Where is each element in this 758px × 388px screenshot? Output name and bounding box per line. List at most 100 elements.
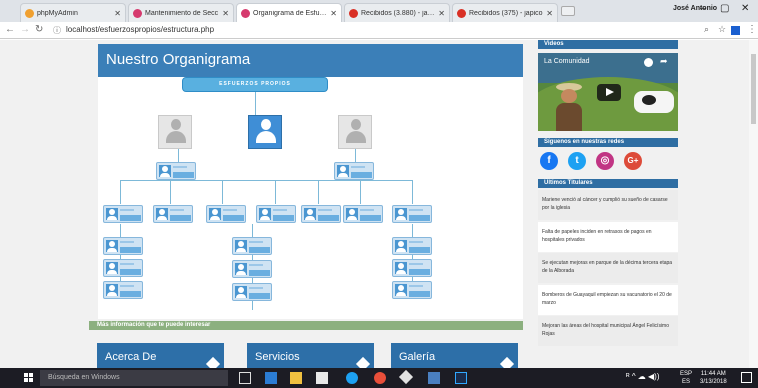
connector	[170, 180, 171, 204]
instagram-icon[interactable]: ◎	[596, 152, 614, 170]
org-node[interactable]	[392, 259, 432, 277]
news-item[interactable]: Mejoran las áreas del hospital municipal…	[538, 316, 678, 346]
page-viewport: Nuestro Organigrama ESFUERZOS PROPIOS Má…	[0, 40, 758, 368]
tab-label: Mantenimiento de Secc	[145, 9, 219, 17]
user-icon	[209, 208, 221, 220]
org-node[interactable]	[103, 281, 143, 299]
user-icon	[106, 284, 118, 296]
gallery-card[interactable]: Galería	[391, 343, 518, 368]
new-tab-button[interactable]	[561, 6, 575, 16]
taskbar-clock[interactable]: 11:44 AM 3/13/2018	[700, 370, 727, 386]
photoshop-icon[interactable]	[455, 372, 467, 384]
tab-phpmyadmin[interactable]: phpMyAdmin ✕	[20, 3, 126, 22]
services-card[interactable]: Servicios	[247, 343, 374, 368]
about-card[interactable]: Acerca De	[97, 343, 224, 368]
org-node[interactable]	[334, 162, 374, 180]
org-card[interactable]	[248, 115, 282, 149]
card-title: Galería	[399, 351, 436, 363]
connector	[275, 180, 276, 204]
org-node[interactable]	[232, 260, 272, 278]
user-icon	[395, 208, 407, 220]
video-player[interactable]: La Comunidad ➦	[538, 53, 678, 131]
tab-gmail-1[interactable]: Recibidos (3.880) - japic ✕	[344, 3, 450, 22]
close-icon[interactable]: ✕	[114, 9, 121, 18]
tab-gmail-2[interactable]: Recibidos (375) - japico ✕	[452, 3, 558, 22]
chrome-icon[interactable]	[374, 372, 386, 384]
org-node[interactable]	[103, 259, 143, 277]
info-icon[interactable]: ⓘ	[53, 25, 61, 36]
play-icon[interactable]	[597, 84, 621, 101]
tray-icons[interactable]: ᴿ ^ ☁ ◀))	[626, 372, 660, 381]
facebook-icon[interactable]: f	[540, 152, 558, 170]
notifications-icon[interactable]	[741, 372, 752, 383]
scrollbar-thumb[interactable]	[751, 54, 756, 124]
user-icon	[106, 208, 118, 220]
org-node[interactable]	[256, 205, 296, 223]
org-node[interactable]	[343, 205, 383, 223]
bookmark-star-icon[interactable]: ☆	[718, 24, 726, 35]
user-icon	[166, 119, 186, 143]
news-item[interactable]: Se ejecutan mejoras en parque de la déci…	[538, 253, 678, 283]
org-node[interactable]	[153, 205, 193, 223]
minimize-icon[interactable]: –	[700, 3, 706, 14]
org-root-node[interactable]: ESFUERZOS PROPIOS	[182, 77, 328, 92]
news-item[interactable]: Bomberos de Guayaquil empiezan su vacuna…	[538, 285, 678, 315]
org-node[interactable]	[301, 205, 341, 223]
profile-name[interactable]: José Antonio	[673, 5, 717, 12]
org-node[interactable]	[103, 205, 143, 223]
close-icon[interactable]: ✕	[222, 9, 229, 18]
org-node[interactable]	[103, 237, 143, 255]
maximize-icon[interactable]: ▢	[720, 3, 729, 14]
edge-icon[interactable]	[265, 372, 277, 384]
card-title: Acerca De	[105, 351, 157, 363]
zoom-icon[interactable]: ⌕	[704, 24, 709, 35]
url-field[interactable]: localhost/esfuerzospropios/estructura.ph…	[66, 25, 214, 34]
twitter-icon[interactable]: t	[568, 152, 586, 170]
store-icon[interactable]	[316, 372, 328, 384]
org-node[interactable]	[156, 162, 196, 180]
user-icon	[106, 262, 118, 274]
language-indicator[interactable]: ESP ES	[680, 370, 692, 386]
org-card[interactable]	[338, 115, 372, 149]
videos-heading: Videos	[538, 40, 678, 49]
share-icon[interactable]: ➦	[660, 56, 668, 67]
org-card[interactable]	[158, 115, 192, 149]
extension-icon[interactable]	[731, 26, 740, 35]
org-node[interactable]	[392, 281, 432, 299]
taskbar-search[interactable]: Búsqueda en Windows	[40, 370, 228, 386]
org-node[interactable]	[392, 205, 432, 223]
connector	[120, 180, 121, 204]
task-view-icon[interactable]	[239, 372, 251, 384]
org-node[interactable]	[232, 283, 272, 301]
news-heading: Últimos Titulares	[538, 179, 678, 188]
user-icon	[235, 263, 247, 275]
window-close-icon[interactable]: ✕	[741, 3, 749, 14]
twitter-app-icon[interactable]	[346, 372, 358, 384]
user-icon	[395, 284, 407, 296]
clock-icon[interactable]	[644, 58, 653, 67]
news-item[interactable]: Falta de papeles inciden en retrasos de …	[538, 222, 678, 252]
menu-icon[interactable]: ⋮	[747, 24, 757, 35]
app-icon[interactable]	[398, 369, 414, 385]
tab-label: Organigrama de Esfuerz	[253, 9, 328, 17]
reload-icon[interactable]: ↻	[35, 24, 43, 35]
googleplus-icon[interactable]: G+	[624, 152, 642, 170]
windows-start-icon[interactable]	[24, 373, 34, 383]
tab-organigrama[interactable]: Organigrama de Esfuerz ✕	[236, 3, 342, 22]
tab-label: Recibidos (375) - japico	[469, 9, 543, 17]
org-node[interactable]	[206, 205, 246, 223]
back-icon[interactable]: ←	[5, 24, 15, 35]
close-icon[interactable]: ✕	[438, 9, 445, 18]
diamond-icon	[205, 356, 221, 368]
org-node[interactable]	[392, 237, 432, 255]
org-node[interactable]	[232, 237, 272, 255]
close-icon[interactable]: ✕	[546, 9, 553, 18]
app-icon[interactable]	[428, 372, 440, 384]
news-item[interactable]: Mariene venció al cáncer y cumplió su su…	[538, 190, 678, 220]
file-explorer-icon[interactable]	[290, 372, 302, 384]
close-icon[interactable]: ✕	[330, 9, 337, 18]
forward-icon[interactable]: →	[20, 24, 30, 35]
org-chart	[98, 77, 523, 319]
tab-mantenimiento[interactable]: Mantenimiento de Secc ✕	[128, 3, 234, 22]
scrollbar[interactable]	[749, 40, 758, 368]
